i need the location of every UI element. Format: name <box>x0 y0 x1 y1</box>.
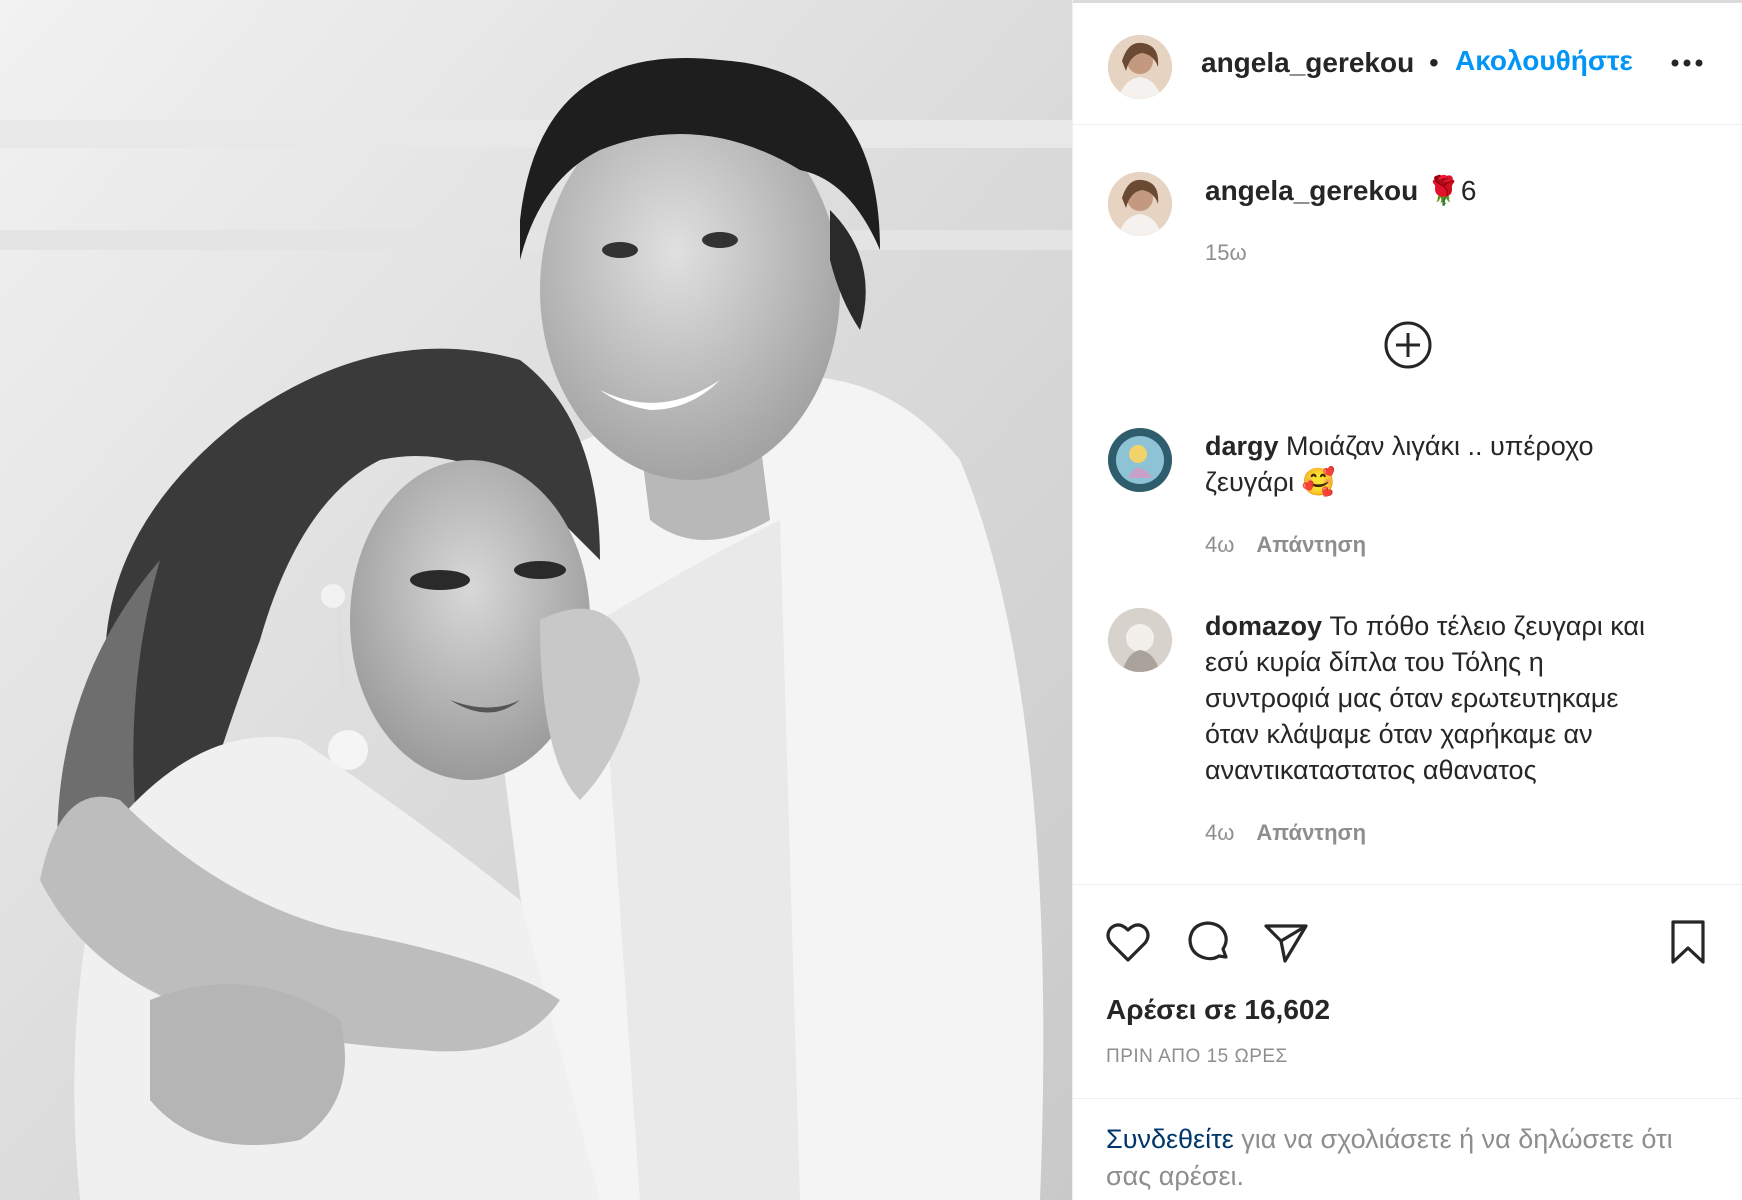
comment-avatar[interactable] <box>1108 608 1172 672</box>
avatar[interactable] <box>1108 35 1172 99</box>
plus-circle-icon[interactable] <box>1383 320 1433 370</box>
caption-avatar[interactable] <box>1108 172 1172 236</box>
caption-text: 6 <box>1460 175 1477 206</box>
post-sidebar: angela_gerekou • Ακολουθήστε angela_gere… <box>1072 0 1742 1200</box>
comment-item: domazoy Το πόθο τέλειο ζευγαρι και εσύ κ… <box>1205 608 1645 788</box>
more-horizontal-icon[interactable] <box>1667 43 1707 83</box>
login-link[interactable]: Συνδεθείτε <box>1106 1124 1234 1154</box>
comment-timestamp[interactable]: 4ω <box>1205 820 1234 845</box>
post-header: angela_gerekou • Ακολουθήστε <box>1073 3 1742 125</box>
caption-timestamp[interactable]: 15ω <box>1205 240 1247 266</box>
likes-count[interactable]: Αρέσει σε 16,602 <box>1106 994 1330 1026</box>
comment-meta: 4ω Απάντηση <box>1205 820 1366 846</box>
post-image <box>0 0 1072 1200</box>
login-prompt: Συνδεθείτε για να σχολιάσετε ή να δηλώσε… <box>1073 1098 1742 1200</box>
comment-icon[interactable] <box>1183 917 1233 967</box>
share-icon[interactable] <box>1261 917 1311 967</box>
post-timestamp[interactable]: ΠΡΙΝ ΑΠΟ 15 ΩΡΕΣ <box>1106 1046 1288 1068</box>
comment-avatar[interactable] <box>1108 428 1172 492</box>
caption-username[interactable]: angela_gerekou <box>1205 175 1418 206</box>
post-author-username[interactable]: angela_gerekou <box>1201 47 1414 79</box>
reply-button[interactable]: Απάντηση <box>1256 532 1366 557</box>
bookmark-icon[interactable] <box>1663 917 1713 967</box>
comment-username[interactable]: dargy <box>1205 431 1279 461</box>
follow-button[interactable]: Ακολουθήστε <box>1455 45 1633 77</box>
comment-meta: 4ω Απάντηση <box>1205 532 1366 558</box>
post-caption: angela_gerekou 🌹6 <box>1205 174 1476 207</box>
comment-item: dargy Μοιάζαν λιγάκι .. υπέροχο ζευγάρι … <box>1205 428 1645 500</box>
rose-emoji: 🌹 <box>1425 175 1461 206</box>
separator-dot: • <box>1429 47 1439 78</box>
action-bar <box>1073 884 1742 1004</box>
comment-username[interactable]: domazoy <box>1205 611 1322 641</box>
comment-timestamp[interactable]: 4ω <box>1205 532 1234 557</box>
heart-icon[interactable] <box>1103 917 1153 967</box>
reply-button[interactable]: Απάντηση <box>1256 820 1366 845</box>
post-photo[interactable] <box>0 0 1072 1200</box>
